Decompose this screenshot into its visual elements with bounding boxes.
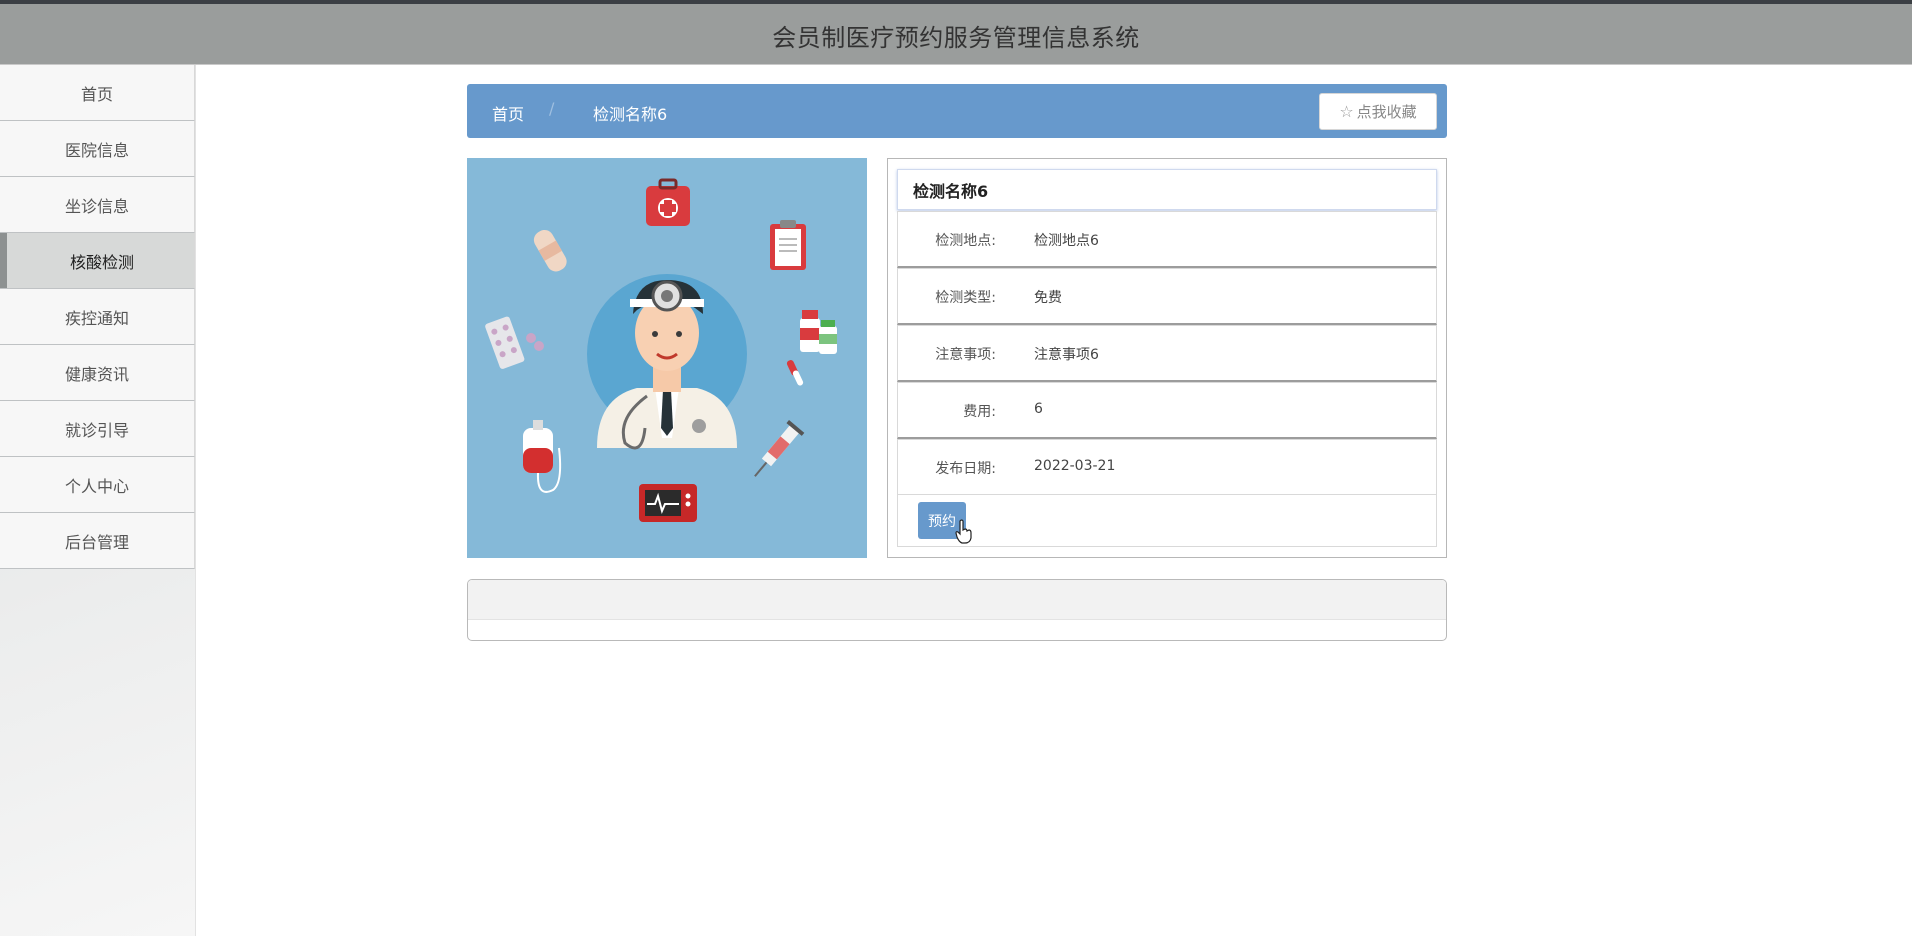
sidebar-item-admin[interactable]: 后台管理	[0, 513, 195, 569]
heart-monitor-icon	[639, 484, 697, 522]
breadcrumb: 首页 / 检测名称6 ☆ 点我收藏	[467, 84, 1447, 138]
field-row-publish-date: 发布日期: 2022-03-21	[897, 439, 1437, 496]
field-value: 6	[1034, 401, 1043, 417]
detail-title: 检测名称6	[897, 169, 1437, 210]
sidebar-item-nucleic-test[interactable]: 核酸检测	[0, 233, 195, 289]
sidebar-item-health-news[interactable]: 健康资讯	[0, 345, 195, 401]
star-outline-icon: ☆	[1339, 102, 1354, 121]
favorite-button[interactable]: ☆ 点我收藏	[1319, 93, 1437, 130]
doctor-illustration-svg	[485, 178, 837, 522]
sidebar-item-home[interactable]: 首页	[0, 65, 195, 121]
sidebar-item-hospital-info[interactable]: 医院信息	[0, 121, 195, 177]
sidebar-item-label: 疾控通知	[64, 308, 129, 328]
field-row-fee: 费用: 6	[897, 382, 1437, 439]
field-label: 发布日期:	[935, 461, 996, 477]
sidebar-item-label: 后台管理	[64, 532, 129, 552]
sidebar-item-label: 首页	[80, 84, 113, 104]
doctor-icon	[587, 274, 747, 450]
field-value: 免费	[1034, 290, 1062, 306]
sidebar-item-label: 坐诊信息	[64, 196, 129, 216]
breadcrumb-current: 检测名称6	[593, 105, 668, 124]
medicine-bottle-icon	[786, 310, 837, 386]
sidebar-item-label: 就诊引导	[64, 420, 129, 440]
syringe-icon	[754, 420, 805, 477]
field-label: 费用:	[963, 404, 996, 420]
sidebar-item-label: 健康资讯	[64, 364, 129, 384]
field-row-notes: 注意事项: 注意事项6	[897, 325, 1437, 382]
field-value: 检测地点6	[1034, 233, 1099, 249]
sidebar-item-label: 核酸检测	[69, 252, 134, 272]
sidebar-item-personal-center[interactable]: 个人中心	[0, 457, 195, 513]
sidebar-item-label: 医院信息	[64, 140, 129, 160]
clipboard-icon	[770, 220, 806, 270]
medical-kit-icon	[646, 178, 690, 226]
field-label: 检测地点:	[935, 233, 996, 249]
field-value: 注意事项6	[1034, 347, 1099, 363]
active-marker	[0, 233, 7, 288]
page-title: 会员制医疗预约服务管理信息系统	[772, 24, 1140, 52]
favorite-label: 点我收藏	[1356, 103, 1417, 121]
field-row-type: 检测类型: 免费	[897, 268, 1437, 325]
sidebar-item-visit-guide[interactable]: 就诊引导	[0, 401, 195, 457]
hand-cursor-icon	[955, 519, 972, 544]
iv-bag-icon	[523, 420, 562, 493]
bandage-icon	[533, 229, 567, 272]
sidebar-item-cdc-notice[interactable]: 疾控通知	[0, 289, 195, 345]
field-value: 2022-03-21	[1034, 458, 1116, 474]
action-row: 预约	[897, 494, 1437, 547]
breadcrumb-home-link[interactable]: 首页	[492, 101, 524, 125]
field-row-location: 检测地点: 检测地点6	[897, 211, 1437, 268]
comment-section-header	[468, 580, 1446, 620]
detail-panel: 检测名称6 检测地点: 检测地点6 检测类型: 免费 注意事项: 注意事项6 费…	[887, 158, 1447, 558]
sidebar-item-label: 个人中心	[64, 476, 129, 496]
top-header: 会员制医疗预约服务管理信息系统	[0, 0, 1912, 65]
sidebar-item-clinic-info[interactable]: 坐诊信息	[0, 177, 195, 233]
doctor-illustration	[467, 158, 867, 558]
breadcrumb-separator: /	[549, 99, 555, 118]
pill-pack-icon	[485, 316, 525, 369]
field-label: 注意事项:	[935, 347, 996, 363]
comment-section	[467, 579, 1447, 641]
field-label: 检测类型:	[935, 290, 996, 306]
sidebar: 首页 医院信息 坐诊信息 核酸检测 疾控通知 健康资讯 就诊引导 个人中心 后台…	[0, 65, 196, 936]
